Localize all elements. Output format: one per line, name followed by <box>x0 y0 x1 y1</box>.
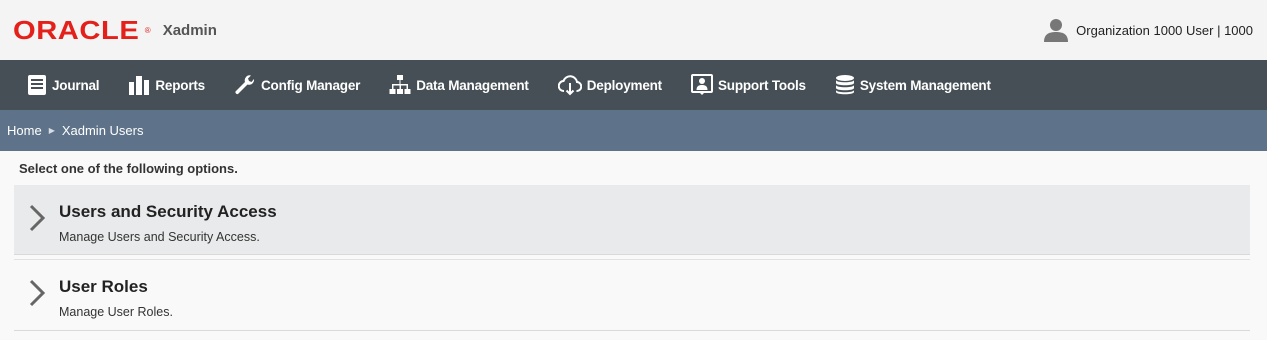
chevron-right-icon <box>14 185 59 233</box>
breadcrumb-separator-icon: ▶ <box>48 126 55 135</box>
breadcrumb-home[interactable]: Home <box>7 123 42 138</box>
app-name: Xadmin <box>162 21 217 39</box>
nav-journal[interactable]: Journal <box>27 74 100 96</box>
nav-label: Data Management <box>416 77 529 93</box>
nav-label: System Management <box>859 77 991 93</box>
brand: ORACLE ® Xadmin <box>13 15 217 46</box>
user-menu[interactable]: Organization 1000 User | 1000 <box>1043 17 1253 43</box>
breadcrumb: Home ▶ Xadmin Users <box>0 110 1267 151</box>
nav-reports[interactable]: Reports <box>128 74 205 96</box>
nav-label: Support Tools <box>717 77 806 93</box>
chevron-right-icon <box>14 260 59 308</box>
option-description: Manage User Roles. <box>59 305 173 319</box>
nav-deployment[interactable]: Deployment <box>557 74 662 96</box>
top-header: ORACLE ® Xadmin Organization 1000 User |… <box>0 0 1267 60</box>
nav-label: Deployment <box>586 77 662 93</box>
journal-icon <box>28 75 46 95</box>
instruction-text: Select one of the following options. <box>19 161 238 176</box>
nav-data-management[interactable]: Data Management <box>389 74 529 96</box>
option-title: Users and Security Access <box>59 202 277 221</box>
nav-label: Journal <box>52 77 100 93</box>
nav-config-manager[interactable]: Config Manager <box>234 74 360 96</box>
option-title: User Roles <box>59 277 148 296</box>
breadcrumb-current: Xadmin Users <box>61 123 144 138</box>
user-label: Organization 1000 User | 1000 <box>1076 22 1253 38</box>
option-users-security-access[interactable]: Users and Security Access Manage Users a… <box>14 185 1250 255</box>
main-nav: Journal Reports Config Manager Data Mana… <box>0 60 1267 110</box>
user-avatar-icon <box>1044 19 1069 42</box>
nav-system-management[interactable]: System Management <box>835 74 991 96</box>
support-icon <box>690 74 713 95</box>
database-icon <box>835 75 854 95</box>
nav-label: Reports <box>155 77 205 93</box>
cloud-download-icon <box>557 75 582 96</box>
reports-icon <box>129 76 150 95</box>
wrench-icon <box>235 75 255 95</box>
nav-support-tools[interactable]: Support Tools <box>690 74 806 96</box>
hierarchy-icon <box>389 75 411 94</box>
main-content: Select one of the following options. Use… <box>0 162 1267 331</box>
registered-mark: ® <box>144 25 151 35</box>
option-description: Manage Users and Security Access. <box>59 230 260 244</box>
nav-label: Config Manager <box>260 77 361 93</box>
oracle-logo[interactable]: ORACLE <box>13 15 139 46</box>
option-user-roles[interactable]: User Roles Manage User Roles. <box>14 259 1250 331</box>
